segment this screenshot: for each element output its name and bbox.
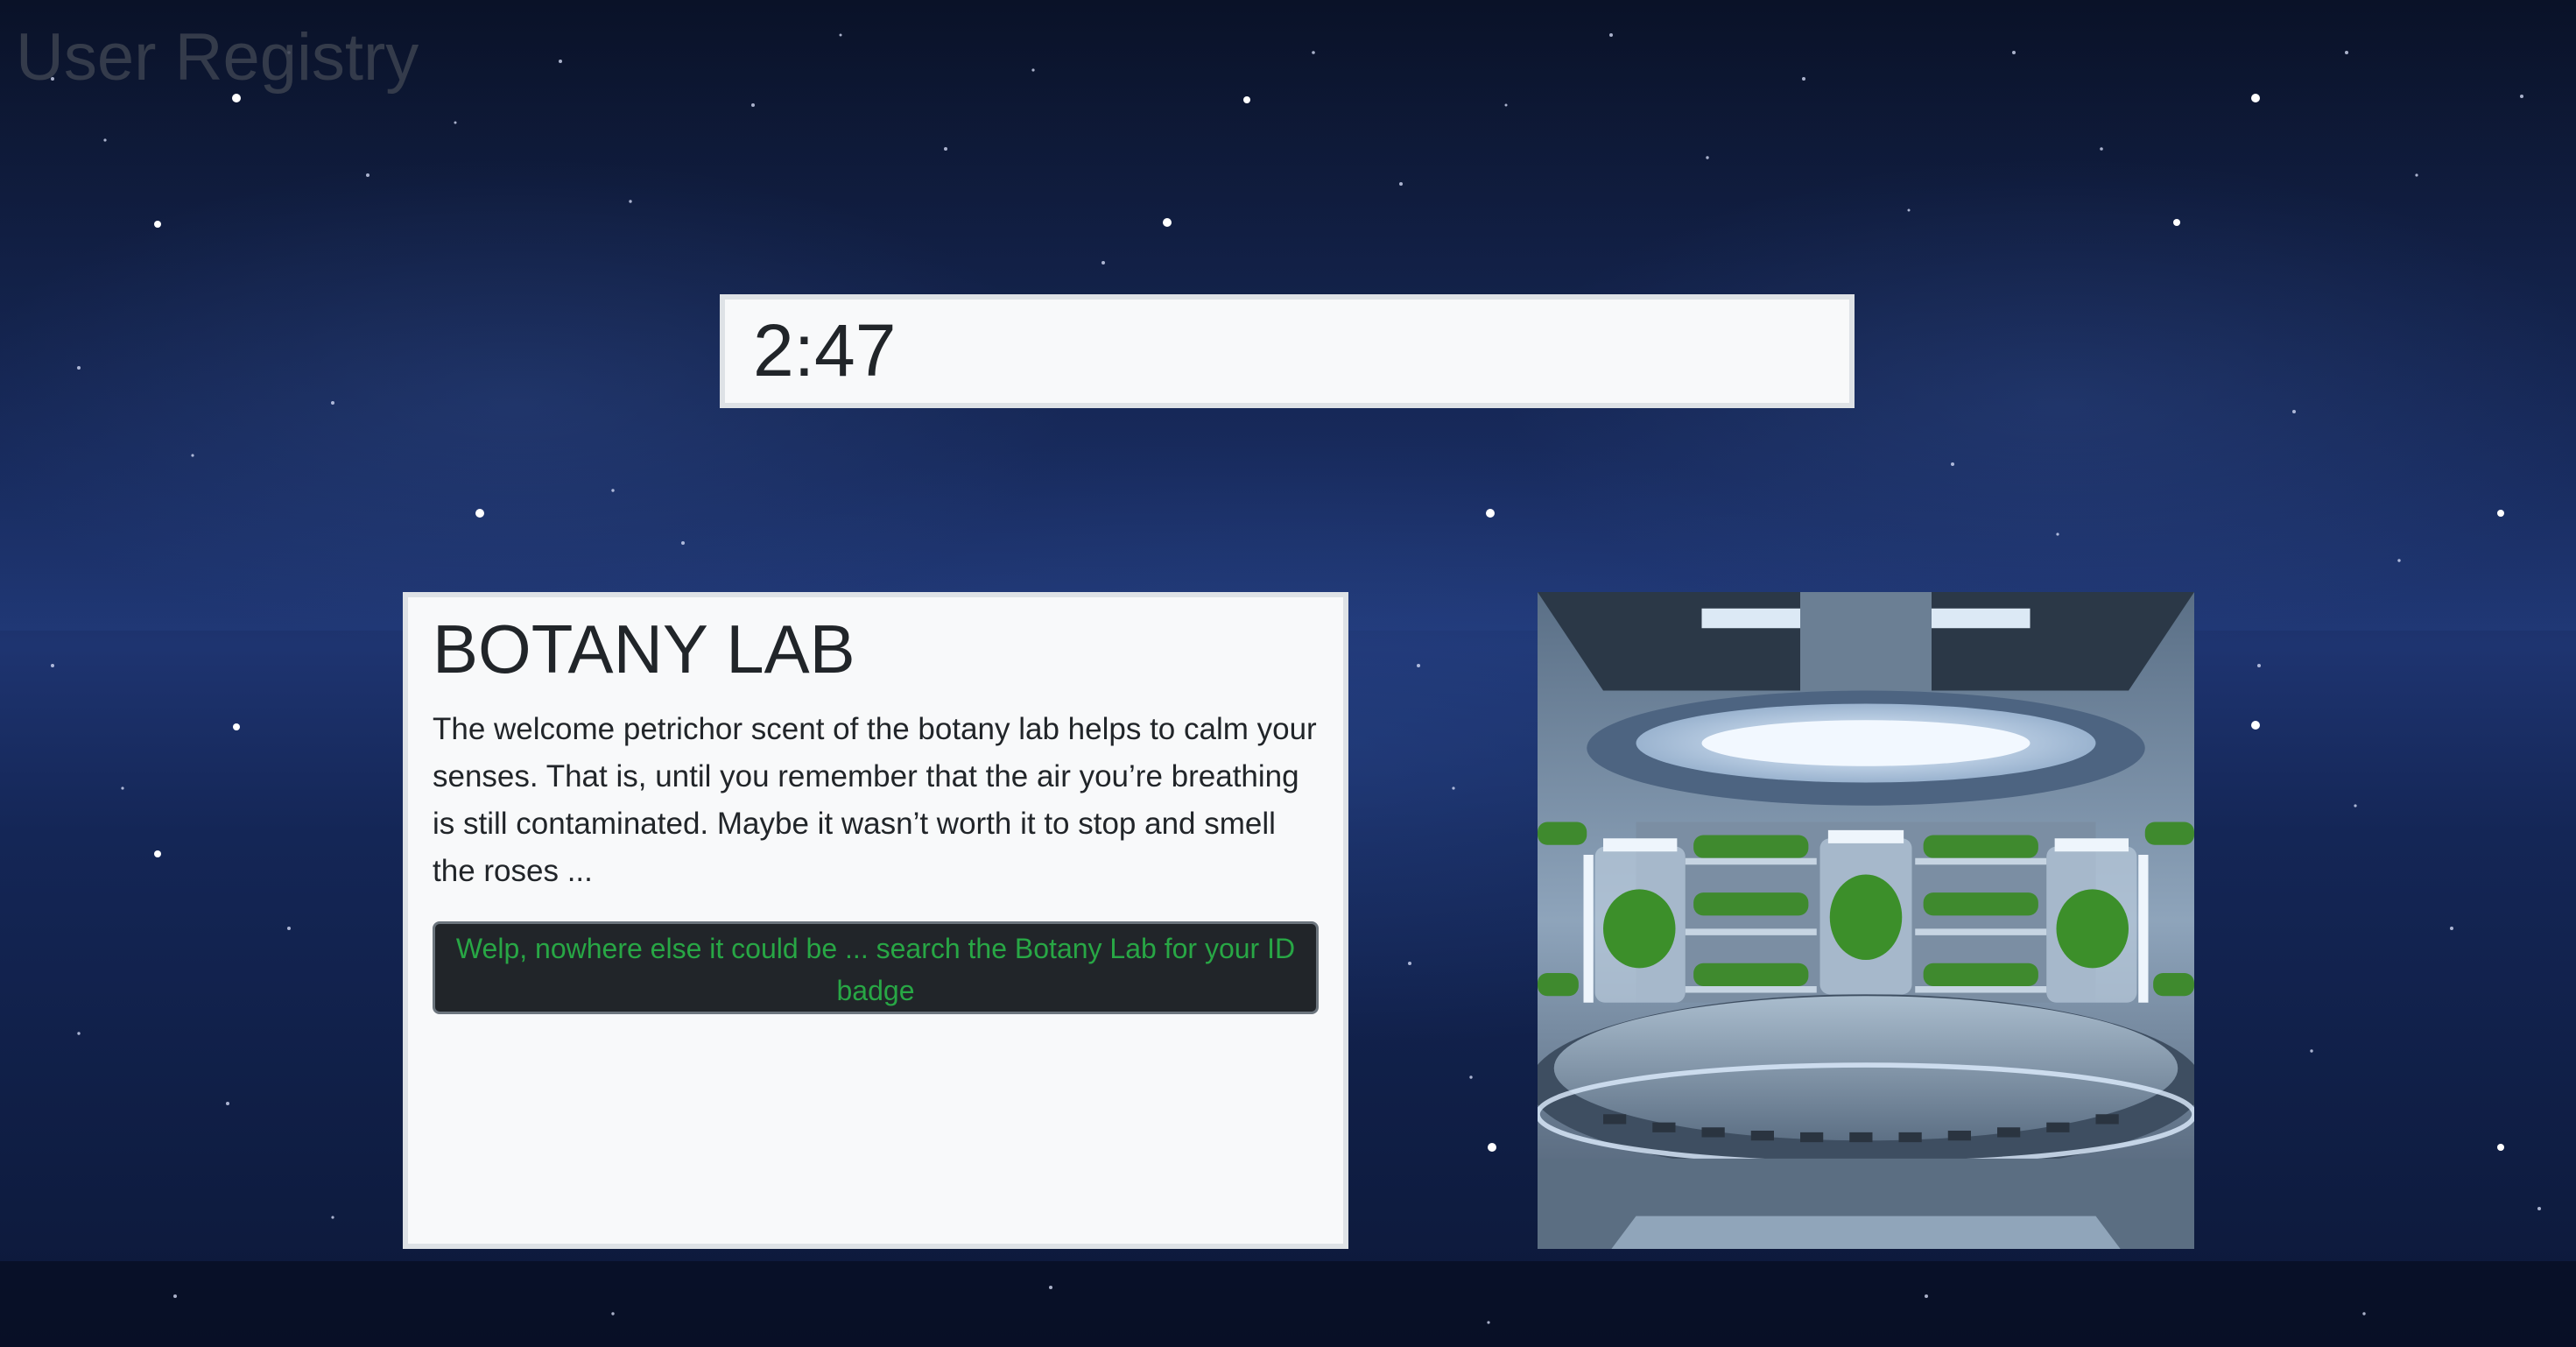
botany-lab-image (1538, 592, 2194, 1249)
room-title: BOTANY LAB (433, 610, 855, 688)
room-description: The welcome petrichor scent of the botan… (433, 712, 1317, 888)
site-title: User Registry (16, 20, 419, 95)
countdown-timer: 2:47 (753, 309, 897, 391)
search-room-button[interactable]: Welp, nowhere else it could be ... searc… (433, 921, 1319, 1014)
room-card: BOTANY LAB The welcome petrichor scent o… (403, 592, 1348, 1249)
timer-panel: 2:47 (720, 294, 1855, 408)
